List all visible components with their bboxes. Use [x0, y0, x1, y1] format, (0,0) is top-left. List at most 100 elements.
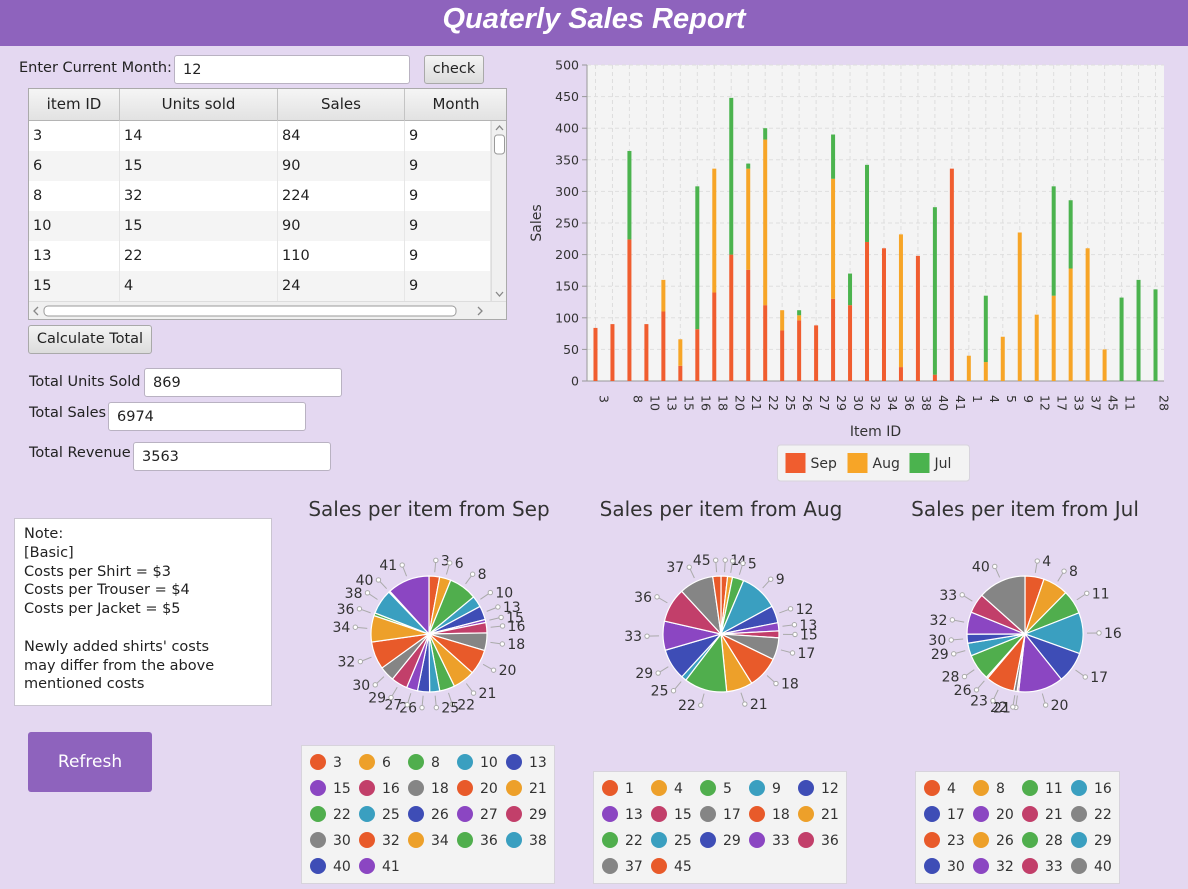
- pie-chart-sep: Sales per item from Sep3 6810131516182021…: [308, 497, 549, 717]
- month-input[interactable]: 12: [174, 55, 410, 84]
- vertical-scrollbar[interactable]: [491, 121, 506, 301]
- legend-label-22: 22: [333, 807, 351, 823]
- pie-label: 4: [1042, 554, 1051, 570]
- x-tick-label: 9: [1021, 395, 1036, 403]
- cell-sales: 90: [278, 211, 405, 241]
- bar-aug-item-36: [898, 234, 903, 368]
- legend-label-20: 20: [996, 807, 1014, 823]
- cell-item-id: 8: [29, 181, 120, 211]
- x-tick-label: 25: [783, 395, 798, 411]
- pie-label-dot: [419, 704, 425, 711]
- month-label: Enter Current Month:: [19, 60, 172, 76]
- bar-aug-item-21: [746, 168, 751, 270]
- refresh-button[interactable]: Refresh: [28, 732, 152, 792]
- x-tick-label: 29: [834, 395, 849, 411]
- pie-label: 40: [972, 559, 990, 575]
- legend-label-aug: Aug: [873, 456, 900, 472]
- pie-legend-sep: 3 6 8 10 13 15 16 18 20 21 22 25 26 27 29 30 32 34 36 38 40 4…: [301, 745, 555, 884]
- table-row[interactable]: 8 32 224 9: [29, 181, 491, 211]
- pie-label-dot: [959, 592, 965, 598]
- pie-label-dot: [698, 702, 704, 708]
- legend-dot-36: [798, 832, 814, 848]
- total-revenue-field[interactable]: 3563: [133, 442, 331, 471]
- bar-aug-item-26: [797, 315, 802, 321]
- pie-label: 23: [970, 694, 988, 710]
- x-tick-label: 15: [681, 395, 696, 411]
- column-header-month[interactable]: Month: [405, 89, 506, 121]
- legend-dot-25: [359, 806, 375, 822]
- legend-dot-22: [310, 806, 326, 822]
- legend-dot-5: [700, 780, 716, 796]
- y-tick-label: 450: [555, 89, 579, 104]
- cell-units-sold: 15: [120, 151, 278, 181]
- legend-label-15: 15: [333, 781, 351, 797]
- sales-table[interactable]: item ID Units sold Sales Month 3 14 84 9…: [28, 88, 507, 320]
- table-row[interactable]: 15 4 24 9: [29, 271, 491, 301]
- table-row[interactable]: 6 15 90 9: [29, 151, 491, 181]
- legend-dot-21: [798, 806, 814, 822]
- pie-label-dot: [1082, 674, 1088, 680]
- pie-label: 25: [651, 684, 669, 700]
- pie-label: 32: [338, 655, 356, 671]
- cell-sales: 110: [278, 241, 405, 271]
- bar-jul-item-11: [1119, 297, 1124, 381]
- x-tick-label: 18: [715, 395, 730, 411]
- column-header-sales[interactable]: Sales: [278, 89, 405, 121]
- column-header-units-sold[interactable]: Units sold: [120, 89, 278, 121]
- y-tick-label: 300: [555, 184, 579, 199]
- note-line: mentioned costs: [24, 676, 145, 693]
- legend-dot-20: [457, 780, 473, 796]
- total-sales-field[interactable]: 6974: [108, 402, 306, 431]
- pie-label-dot: [1096, 630, 1102, 636]
- pie-label-dot: [773, 680, 779, 687]
- legend-dot-36: [457, 832, 473, 848]
- legend-dot-21: [506, 780, 522, 796]
- total-units-field[interactable]: 869: [144, 368, 342, 397]
- y-tick-label: 400: [555, 121, 579, 136]
- legend-label-22: 22: [1094, 807, 1112, 823]
- note-line: [24, 619, 262, 638]
- cell-item-id: 10: [29, 211, 120, 241]
- pie-label: 30: [928, 633, 946, 649]
- check-button[interactable]: check: [424, 55, 484, 84]
- x-tick-label: 27: [817, 395, 832, 411]
- legend-dot-12: [798, 780, 814, 796]
- legend-dot-30: [310, 832, 326, 848]
- total-sales-label: Total Sales: [29, 405, 107, 421]
- pie-label-dot: [740, 560, 746, 567]
- table-row[interactable]: 13 22 110 9: [29, 241, 491, 271]
- pie-label: 37: [666, 560, 684, 576]
- x-tick-label: 16: [698, 395, 713, 411]
- column-header-item-id[interactable]: item ID: [29, 89, 120, 121]
- x-tick-label: 45: [1106, 395, 1121, 411]
- bar-jul-item-20: [729, 97, 734, 255]
- x-tick-label: 11: [1123, 395, 1138, 411]
- bar-sep-item-8: [627, 239, 632, 381]
- pie-label: 25: [441, 701, 459, 717]
- note-line: Newly added shirts' costs: [24, 638, 210, 655]
- horizontal-scrollbar[interactable]: [29, 301, 506, 319]
- pie-label-dot: [644, 633, 650, 639]
- cell-month: 9: [405, 241, 491, 271]
- table-row[interactable]: 3 14 84 9: [29, 121, 491, 151]
- x-tick-label: 22: [766, 395, 781, 411]
- bar-aug-item-5: [1000, 336, 1005, 381]
- pie-title: Sales per item from Jul: [911, 497, 1139, 521]
- legend-label-29: 29: [529, 807, 547, 823]
- legend-label-18: 18: [431, 781, 449, 797]
- scroll-down-arrow-icon: [495, 291, 504, 297]
- pie-label-dot: [495, 604, 501, 610]
- legend-dot-28: [1022, 832, 1038, 848]
- calculate-total-button[interactable]: Calculate Total: [28, 325, 152, 354]
- legend-label-34: 34: [431, 833, 449, 849]
- x-tick-label: 38: [919, 395, 934, 411]
- pie-label-dot: [948, 637, 954, 643]
- bar-sep-item-10: [644, 324, 649, 381]
- pie-label-dot: [789, 650, 796, 656]
- table-row[interactable]: 10 15 90 9: [29, 211, 491, 241]
- pie-label-dot: [792, 631, 798, 638]
- x-tick-label: 28: [1157, 395, 1172, 411]
- legend-dot-38: [506, 832, 522, 848]
- legend-dot-9: [749, 780, 765, 796]
- bar-aug-item-17: [1051, 295, 1056, 381]
